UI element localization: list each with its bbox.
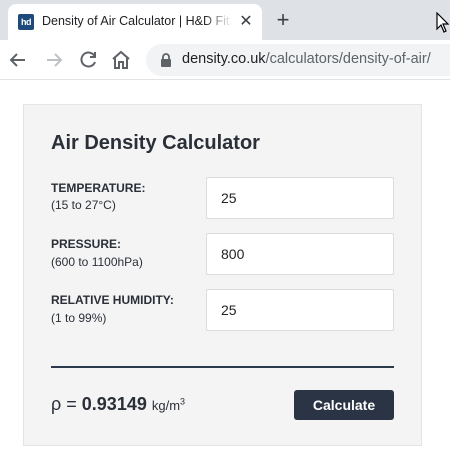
- reload-button[interactable]: [76, 48, 100, 72]
- home-button[interactable]: [109, 48, 133, 72]
- lock-icon[interactable]: [158, 52, 174, 68]
- density-value: 0.93149: [81, 394, 147, 414]
- url-text: density.co.uk/calculators/density-of-air…: [182, 51, 431, 67]
- humidity-label: RELATIVE HUMIDITY:: [51, 293, 174, 307]
- pressure-input[interactable]: 800: [206, 233, 394, 275]
- density-unit-base: kg/m: [151, 398, 181, 413]
- tab-title: Density of Air Calculator | H&D Fitzgera…: [42, 14, 232, 28]
- divider: [51, 366, 394, 368]
- browser-tab[interactable]: hd Density of Air Calculator | H&D Fitzg…: [8, 4, 262, 40]
- tab-strip: hd Density of Air Calculator | H&D Fitzg…: [0, 0, 450, 40]
- temperature-input[interactable]: 25: [206, 177, 394, 219]
- temperature-range: (15 to 27°C): [51, 198, 116, 212]
- arrow-right-icon: [47, 53, 63, 67]
- density-unit: kg/m3: [151, 396, 186, 413]
- reload-icon: [80, 51, 96, 68]
- density-result: ρ = 0.93149 kg/m3: [51, 394, 185, 415]
- calculate-button[interactable]: Calculate: [294, 390, 394, 420]
- temperature-label: TEMPERATURE:: [51, 181, 146, 195]
- site-favicon-icon: hd: [18, 14, 34, 30]
- address-bar[interactable]: density.co.uk/calculators/density-of-air…: [146, 44, 450, 76]
- forward-button[interactable]: [42, 48, 66, 72]
- url-path: /calculators/density-of-air/: [265, 51, 431, 67]
- pressure-range: (600 to 1100hPa): [51, 255, 143, 269]
- new-tab-button[interactable]: +: [272, 9, 294, 32]
- close-tab-icon[interactable]: ✕: [236, 12, 256, 32]
- calculator-title: Air Density Calculator: [51, 132, 260, 154]
- humidity-input[interactable]: 25: [206, 289, 394, 331]
- browser-toolbar: density.co.uk/calculators/density-of-air…: [0, 40, 450, 80]
- mouse-cursor-icon: [436, 12, 450, 33]
- back-button[interactable]: [6, 48, 30, 72]
- home-icon: [112, 50, 130, 69]
- page-content: Air Density Calculator TEMPERATURE: (15 …: [0, 81, 450, 461]
- arrow-left-icon: [9, 53, 25, 67]
- density-unit-exponent: 3: [180, 396, 186, 407]
- humidity-range: (1 to 99%): [51, 311, 107, 325]
- calculator-card: Air Density Calculator TEMPERATURE: (15 …: [23, 104, 422, 446]
- density-symbol: ρ =: [51, 394, 77, 414]
- pressure-label: PRESSURE:: [51, 237, 122, 251]
- url-host: density.co.uk: [182, 51, 266, 67]
